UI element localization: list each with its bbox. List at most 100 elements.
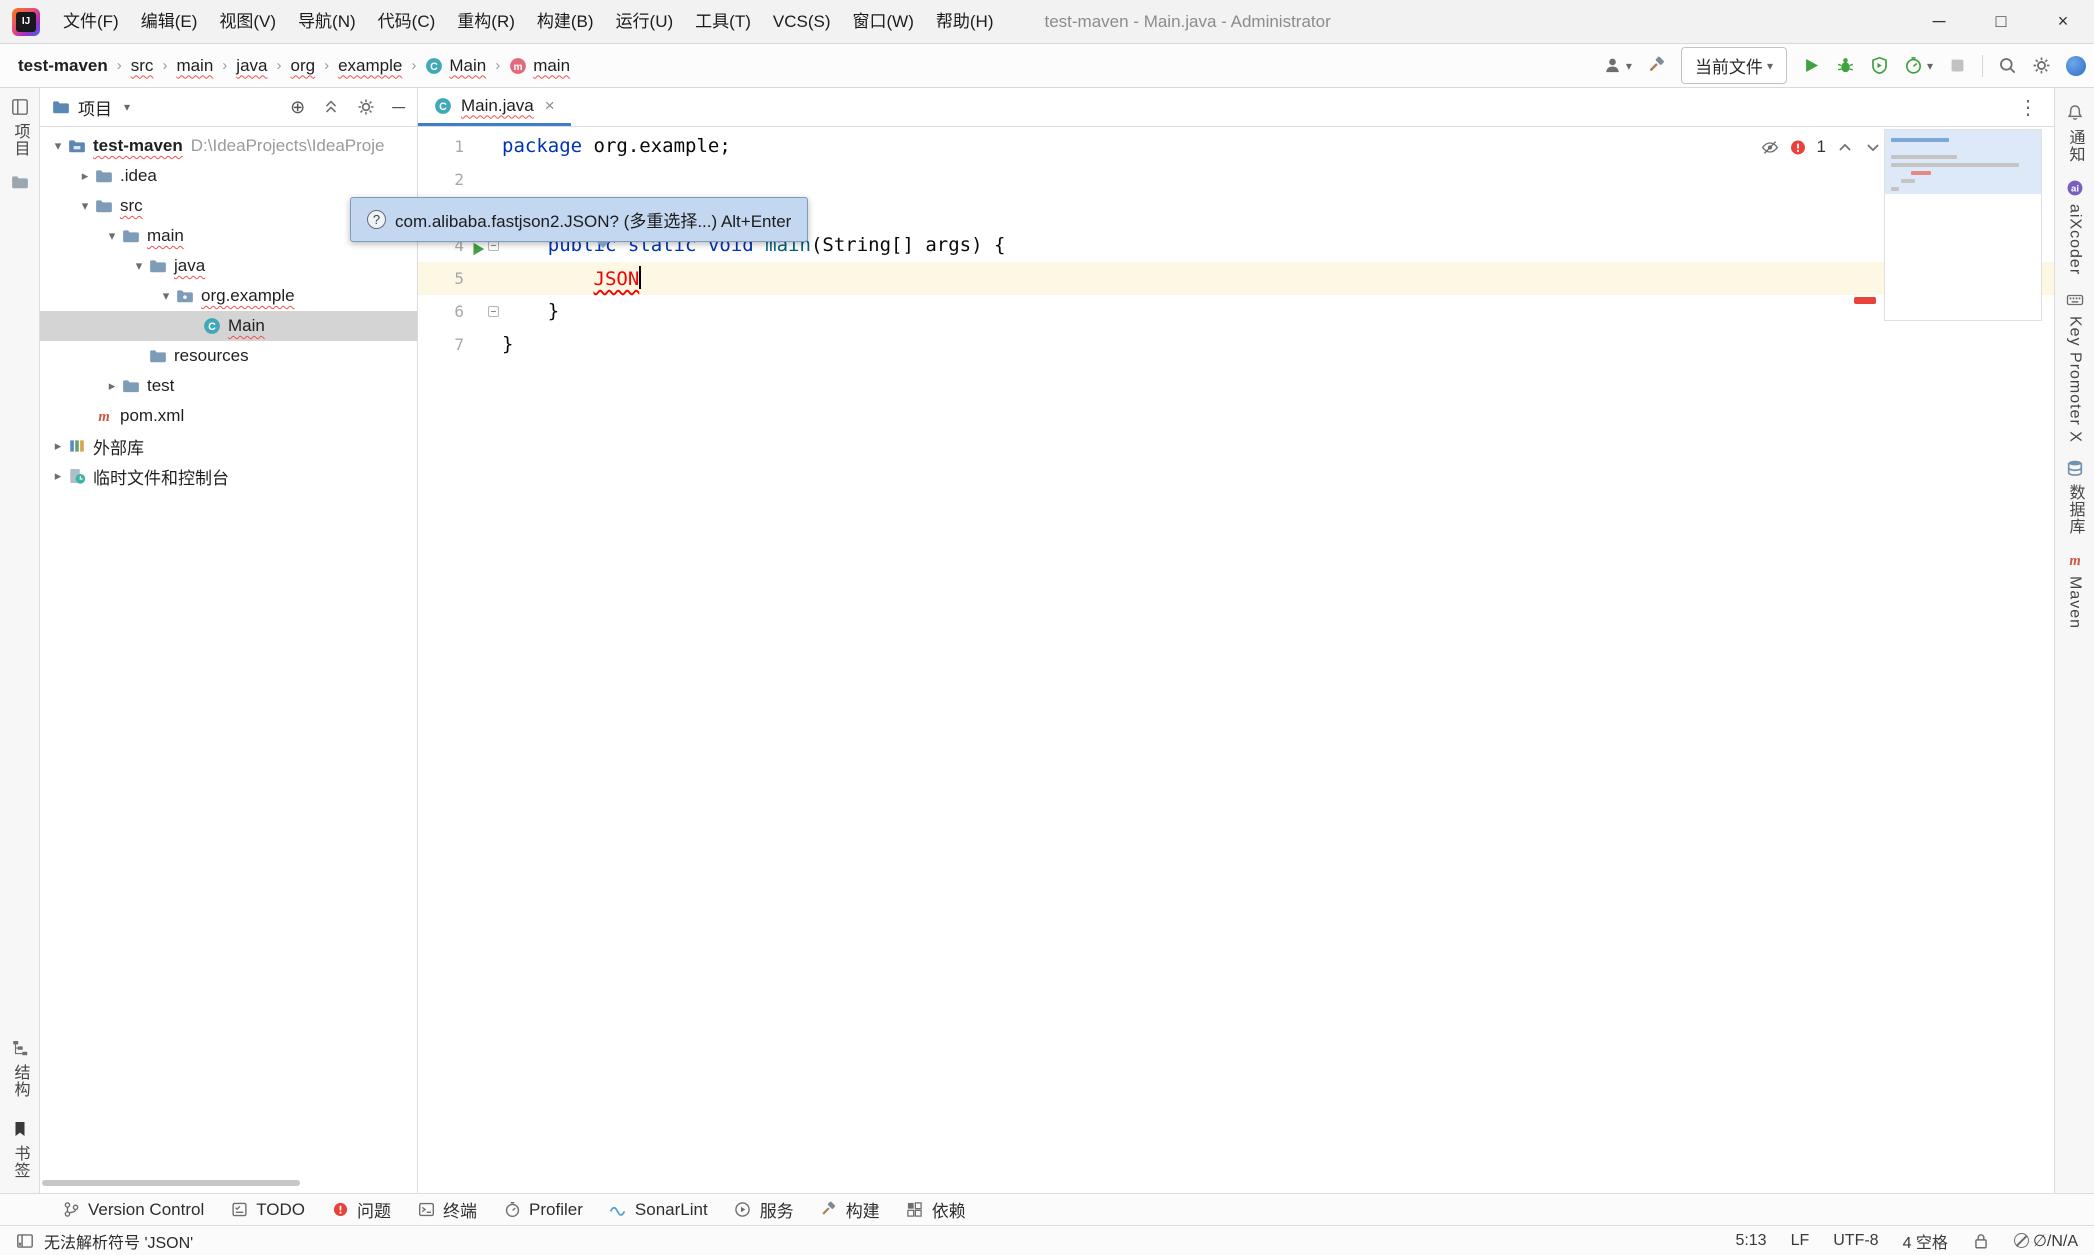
- menu-item[interactable]: 运行(U): [605, 0, 685, 43]
- chevron-right-icon[interactable]: ▸: [48, 438, 68, 454]
- indent-style[interactable]: 4 空格: [1903, 1229, 1948, 1253]
- tree-item-test-maven[interactable]: ▾test-mavenD:\IdeaProjects\IdeaProje: [40, 131, 417, 161]
- tree-item-test[interactable]: ▸test: [40, 371, 417, 401]
- breadcrumb-item-main[interactable]: main: [176, 56, 213, 76]
- tool-tab-数据库[interactable]: 数据库: [2063, 459, 2087, 535]
- breadcrumb-item-main[interactable]: mmain: [509, 56, 570, 76]
- chevron-down-icon[interactable]: ▾: [102, 228, 122, 244]
- menu-item[interactable]: 视图(V): [208, 0, 287, 43]
- chevron-down-icon[interactable]: ▾: [156, 288, 176, 304]
- tree-item-java[interactable]: ▾java: [40, 251, 417, 281]
- toolwindow-tab-dependencies[interactable]: 依赖: [906, 1197, 966, 1222]
- tree-item-Main[interactable]: CMain: [40, 311, 417, 341]
- highlighting-off-eye-icon[interactable]: [1761, 138, 1779, 156]
- tool-tab-书签[interactable]: 书签: [8, 1120, 32, 1179]
- collapse-all-icon[interactable]: [322, 98, 340, 116]
- tool-tab-aiXcoder[interactable]: aiaiXcoder: [2066, 179, 2084, 275]
- toolwindow-tab-terminal[interactable]: 终端: [417, 1197, 477, 1222]
- build-hammer-icon[interactable]: [1647, 56, 1666, 75]
- close-tab-icon[interactable]: ×: [545, 96, 555, 116]
- menu-item[interactable]: 编辑(E): [130, 0, 209, 43]
- toolwindow-toggle-icon[interactable]: [16, 1232, 34, 1250]
- fold-marker-icon[interactable]: [488, 306, 499, 317]
- menu-item[interactable]: 重构(R): [446, 0, 526, 43]
- tree-item-pom.xml[interactable]: mpom.xml: [40, 401, 417, 431]
- chevron-down-icon[interactable]: ▾: [48, 138, 68, 154]
- minimize-button[interactable]: ─: [1908, 0, 1970, 43]
- code-line-5[interactable]: 5 JSON: [418, 262, 2054, 295]
- ide-status-icon[interactable]: [2066, 56, 2086, 76]
- tool-tab-Maven[interactable]: mMaven: [2066, 551, 2084, 629]
- file-encoding[interactable]: UTF-8: [1833, 1232, 1878, 1250]
- user-account-icon[interactable]: ▾: [1603, 56, 1632, 75]
- maximize-button[interactable]: □: [1970, 0, 2032, 43]
- toolwindow-tab-profiler[interactable]: Profiler: [503, 1200, 583, 1220]
- search-everywhere-icon[interactable]: [1998, 56, 2017, 75]
- menu-item[interactable]: 帮助(H): [925, 0, 1005, 43]
- toolwindow-tab-branch[interactable]: Version Control: [62, 1200, 204, 1220]
- menu-item[interactable]: 构建(B): [526, 0, 605, 43]
- tree-item-resources[interactable]: resources: [40, 341, 417, 371]
- breadcrumb-item-example[interactable]: example: [338, 56, 402, 76]
- breadcrumb-item-org[interactable]: org: [290, 56, 315, 76]
- tree-item-org.example[interactable]: ▾org.example: [40, 281, 417, 311]
- toolwindow-tab-todo[interactable]: TODO: [230, 1200, 305, 1220]
- menu-item[interactable]: 文件(F): [52, 0, 130, 43]
- import-suggestion-tooltip[interactable]: ? com.alibaba.fastjson2.JSON? (多重选择...) …: [350, 197, 808, 242]
- code-line-2[interactable]: 2: [418, 163, 2054, 196]
- tree-item-临时文件和控制台[interactable]: ▸临时文件和控制台: [40, 461, 417, 491]
- chevron-right-icon[interactable]: ▸: [102, 378, 122, 394]
- menu-item[interactable]: 窗口(W): [842, 0, 925, 43]
- menu-item[interactable]: 工具(T): [684, 0, 762, 43]
- tab-options-kebab-icon[interactable]: ⋮: [2018, 95, 2038, 120]
- tree-item-外部库[interactable]: ▸外部库: [40, 431, 417, 461]
- tree-item-.idea[interactable]: ▸.idea: [40, 161, 417, 191]
- memory-indicator[interactable]: ∅/N/A: [2014, 1231, 2078, 1251]
- code-line-7[interactable]: 7}: [418, 328, 2054, 361]
- close-button[interactable]: ×: [2032, 0, 2094, 43]
- caret-position[interactable]: 5:13: [1735, 1232, 1766, 1250]
- panel-settings-gear-icon[interactable]: [357, 98, 375, 116]
- run-button[interactable]: [1802, 56, 1821, 75]
- horizontal-scrollbar[interactable]: [42, 1180, 300, 1186]
- chevron-down-icon[interactable]: ▾: [124, 100, 130, 114]
- locate-file-icon[interactable]: ⊕: [290, 98, 305, 116]
- tab-main-java[interactable]: C Main.java ×: [418, 88, 571, 126]
- toolwindow-tab-services[interactable]: 服务: [734, 1197, 794, 1222]
- run-configuration-select[interactable]: 当前文件 ▾: [1681, 47, 1787, 84]
- prev-error-chevron-up-icon[interactable]: [1836, 138, 1854, 156]
- inspection-widget[interactable]: 1: [1761, 137, 1882, 157]
- error-stripe-mark[interactable]: [1854, 297, 1876, 304]
- menu-item[interactable]: 导航(N): [287, 0, 367, 43]
- line-separator[interactable]: LF: [1791, 1232, 1810, 1250]
- folder-tool-icon[interactable]: [11, 173, 29, 191]
- tool-tab-Key Promoter X[interactable]: Key Promoter X: [2066, 291, 2084, 443]
- chevron-right-icon[interactable]: ▸: [48, 468, 68, 484]
- next-error-chevron-down-icon[interactable]: [1864, 138, 1882, 156]
- menu-item[interactable]: 代码(C): [367, 0, 447, 43]
- code-editor[interactable]: 1package org.example;23public class Main…: [418, 127, 2054, 1193]
- read-only-lock-icon[interactable]: [1972, 1232, 1990, 1250]
- breadcrumb-item-Main[interactable]: CMain: [425, 56, 486, 76]
- breadcrumb-item-java[interactable]: java: [236, 56, 267, 76]
- breadcrumb-item-src[interactable]: src: [131, 56, 154, 76]
- settings-gear-icon[interactable]: [2032, 56, 2051, 75]
- run-with-coverage-button[interactable]: [1870, 56, 1889, 75]
- toolwindow-tab-sonarlint[interactable]: SonarLint: [609, 1200, 708, 1220]
- tool-tab-通知[interactable]: 通知: [2063, 104, 2087, 163]
- project-panel-title[interactable]: 项目: [78, 95, 112, 120]
- tool-tab-结构[interactable]: 结构: [8, 1039, 32, 1098]
- chevron-down-icon[interactable]: ▾: [129, 258, 149, 274]
- profiler-button[interactable]: ▾: [1904, 56, 1933, 75]
- minimap[interactable]: [1884, 129, 2042, 321]
- tool-tab-project[interactable]: 项目: [8, 98, 32, 157]
- toolwindow-tab-build[interactable]: 构建: [820, 1197, 880, 1222]
- toolwindow-tab-problems[interactable]: 问题: [331, 1197, 391, 1222]
- chevron-down-icon[interactable]: ▾: [75, 198, 95, 214]
- hide-panel-icon[interactable]: ─: [392, 98, 405, 116]
- menu-item[interactable]: VCS(S): [762, 0, 842, 43]
- chevron-right-icon[interactable]: ▸: [75, 168, 95, 184]
- breadcrumb-item-test-maven[interactable]: test-maven: [18, 56, 108, 76]
- code-line-6[interactable]: 6 }: [418, 295, 2054, 328]
- debug-button[interactable]: [1836, 56, 1855, 75]
